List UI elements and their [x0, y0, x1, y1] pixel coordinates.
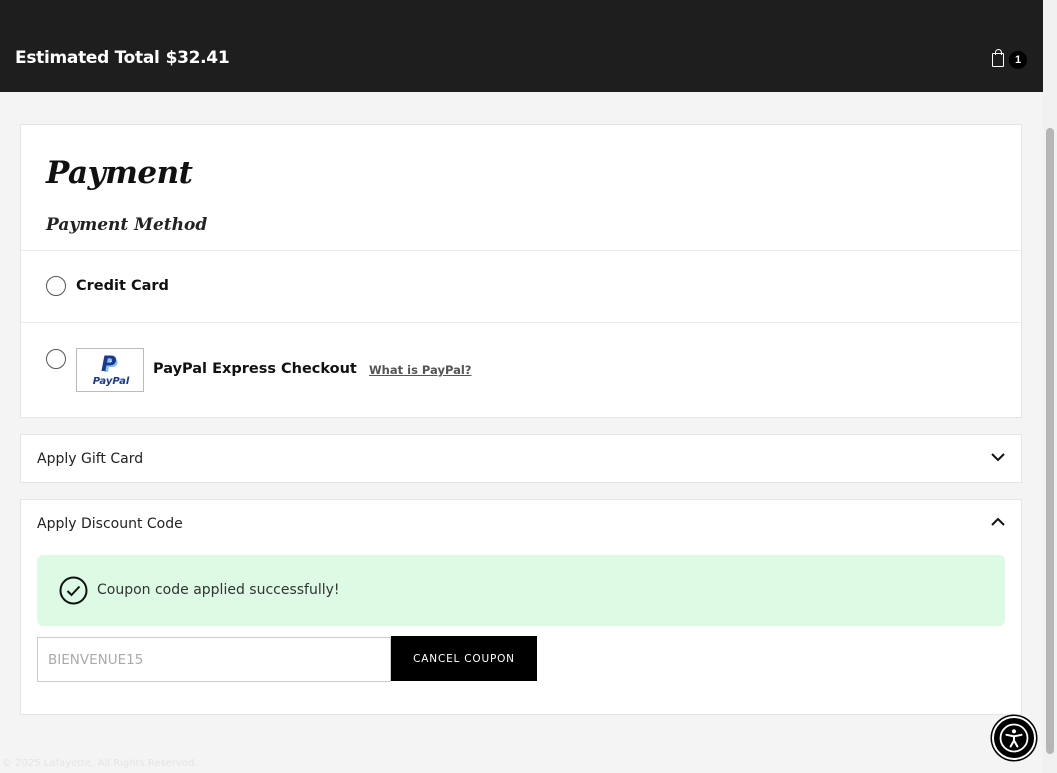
paypal-radio[interactable]	[46, 349, 66, 369]
estimated-total-value: $32.41	[165, 48, 230, 68]
payment-method-heading: Payment Method	[46, 215, 208, 235]
coupon-success-alert: Coupon code applied successfully!	[37, 555, 1005, 626]
paypal-p-icon: P	[101, 352, 117, 376]
gift-card-title[interactable]: Apply Gift Card	[37, 451, 143, 467]
discount-title[interactable]: Apply Discount Code	[37, 516, 183, 532]
credit-card-label[interactable]: Credit Card	[76, 278, 169, 294]
credit-card-radio[interactable]	[46, 276, 66, 296]
estimated-total-label: Estimated Total	[15, 48, 160, 68]
paypal-label[interactable]: PayPal Express Checkout	[153, 361, 357, 377]
cart-count-badge: 1	[1009, 51, 1027, 69]
what-is-paypal-link[interactable]: What is PayPal?	[369, 363, 471, 377]
payment-title: Payment	[46, 155, 193, 191]
accessibility-button[interactable]	[992, 716, 1036, 760]
scrollbar-thumb[interactable]	[1046, 128, 1054, 754]
estimated-total: Estimated Total $32.41	[15, 48, 230, 68]
paypal-logo: P P PayPal	[76, 348, 144, 392]
divider	[21, 250, 1021, 251]
cart-button[interactable]: 1	[992, 49, 1028, 70]
accessibility-icon	[999, 723, 1029, 753]
paypal-logo-text: PayPal	[92, 376, 130, 387]
header-bar: Estimated Total $32.41 1	[0, 0, 1043, 92]
payment-panel: Payment Payment Method Credit Card P P P…	[20, 124, 1022, 418]
footer-copyright: © 2025 Lafayette. All Rights Reserved.	[2, 758, 198, 769]
shopping-bag-icon	[992, 49, 1004, 67]
discount-accordion: Apply Discount Code Coupon code applied …	[20, 499, 1022, 715]
divider	[21, 322, 1021, 323]
chevron-down-icon[interactable]	[991, 452, 1005, 464]
page-scrollbar[interactable]	[1043, 0, 1057, 773]
check-circle-icon	[59, 576, 88, 605]
discount-code-input[interactable]	[37, 637, 391, 682]
chevron-up-icon[interactable]	[991, 517, 1005, 529]
cancel-coupon-button[interactable]: CANCEL COUPON	[391, 636, 537, 681]
gift-card-accordion[interactable]: Apply Gift Card	[20, 434, 1022, 483]
coupon-success-message: Coupon code applied successfully!	[97, 582, 340, 598]
